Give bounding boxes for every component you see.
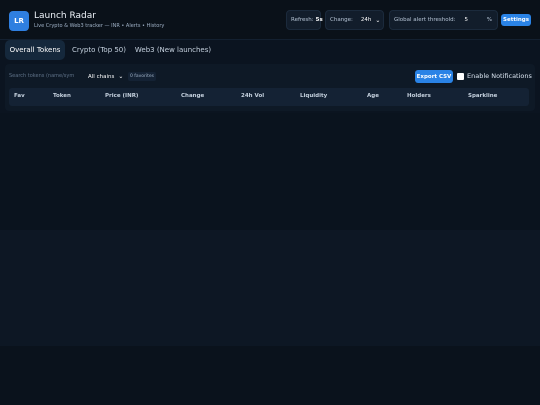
column-header-liquidity[interactable]: Liquidity bbox=[300, 93, 327, 99]
content-band bbox=[0, 113, 540, 230]
column-header-sparkline[interactable]: Sparkline bbox=[468, 93, 497, 99]
content-band bbox=[0, 230, 540, 346]
search-input[interactable]: Search tokens (name/sym bbox=[9, 73, 81, 82]
column-header-token[interactable]: Token bbox=[53, 93, 71, 99]
column-header-holders[interactable]: Holders bbox=[407, 93, 431, 99]
chain-select[interactable]: All chains ⌄ bbox=[88, 71, 123, 82]
tab-web3-new-launches[interactable]: Web3 (New launches) bbox=[133, 40, 213, 60]
table-header: Fav Token Price (INR) Change 24h Vol Liq… bbox=[9, 88, 529, 106]
alert-threshold-control: Global alert threshold: 5 % bbox=[389, 10, 498, 30]
settings-button[interactable]: Settings bbox=[501, 14, 531, 26]
tab-overall-tokens[interactable]: Overall Tokens bbox=[5, 40, 65, 60]
favorites-count: 0 favorites bbox=[128, 72, 157, 81]
change-select[interactable]: Change: 24h ⌄ bbox=[325, 10, 384, 30]
enable-notifications-checkbox[interactable] bbox=[457, 73, 464, 80]
column-header-fav[interactable]: Fav bbox=[14, 93, 25, 99]
tab-crypto-top-50[interactable]: Crypto (Top 50) bbox=[70, 40, 128, 60]
chevron-down-icon: ⌄ bbox=[118, 73, 124, 80]
column-header-age[interactable]: Age bbox=[367, 93, 379, 99]
threshold-label: Global alert threshold: bbox=[394, 17, 456, 23]
change-label: Change: bbox=[330, 17, 353, 23]
column-header-24h-vol[interactable]: 24h Vol bbox=[241, 93, 264, 99]
enable-notifications-label: Enable Notifications bbox=[467, 72, 532, 80]
export-csv-button[interactable]: Export CSV bbox=[415, 70, 453, 83]
chain-selected: All chains bbox=[88, 73, 115, 80]
refresh-control[interactable]: Refresh: 5s bbox=[286, 10, 323, 30]
column-header-price[interactable]: Price (INR) bbox=[105, 93, 138, 99]
column-header-change[interactable]: Change bbox=[181, 93, 204, 99]
threshold-unit: % bbox=[486, 17, 492, 23]
refresh-value: 5s bbox=[315, 17, 323, 23]
threshold-input[interactable]: 5 bbox=[465, 17, 469, 23]
content-band bbox=[0, 346, 540, 405]
change-selected: 24h bbox=[360, 17, 372, 23]
chevron-down-icon: ⌄ bbox=[375, 16, 381, 24]
app-title: Launch Radar bbox=[34, 11, 96, 21]
app-subtitle: Live Crypto & Web3 tracker — INR • Alert… bbox=[34, 23, 165, 29]
app-logo: LR bbox=[9, 11, 29, 31]
app-header: LR Launch Radar Live Crypto & Web3 track… bbox=[0, 0, 540, 40]
refresh-label: Refresh: bbox=[291, 17, 314, 23]
